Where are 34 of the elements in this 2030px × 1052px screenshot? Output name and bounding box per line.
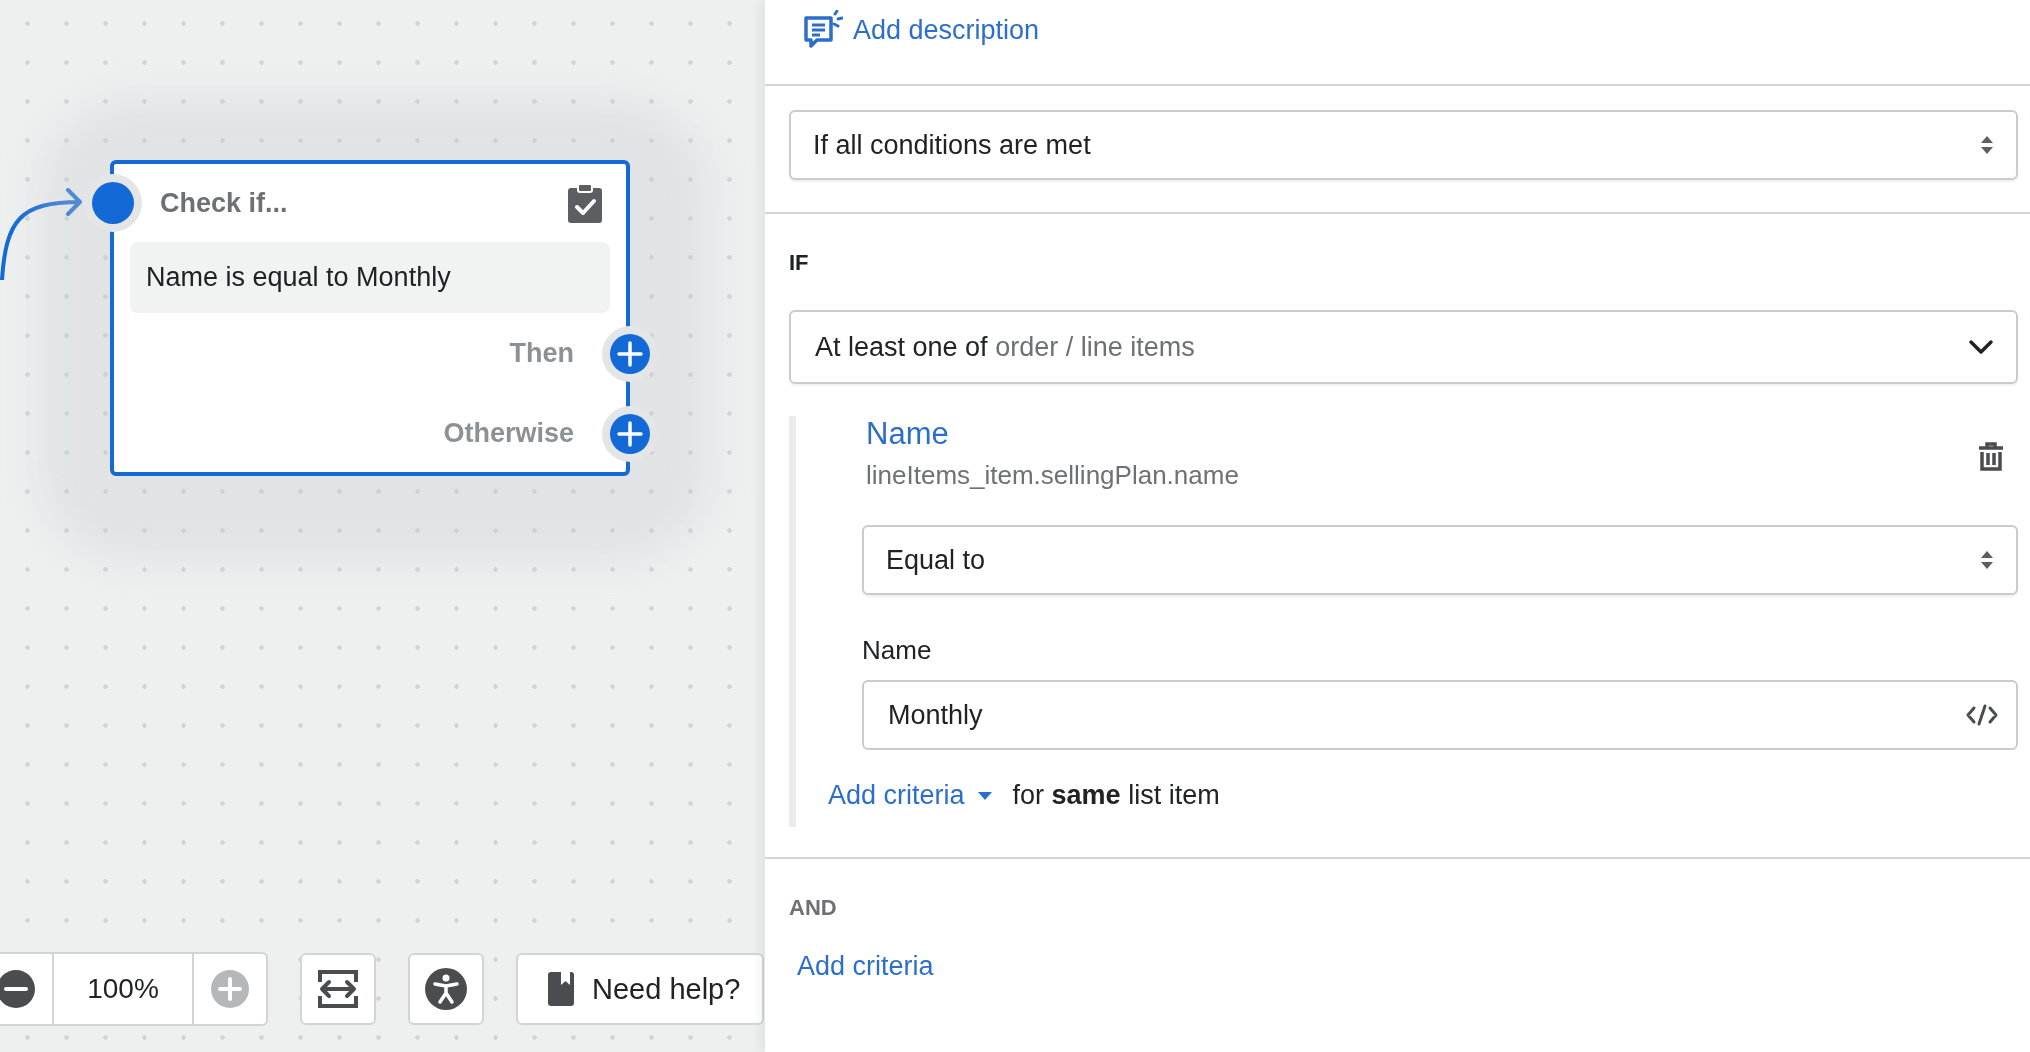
section-label: AND xyxy=(789,895,838,921)
delete-icon[interactable] xyxy=(1978,442,2004,472)
add-criteria-link[interactable]: Add criteria xyxy=(789,951,934,982)
scope-select[interactable]: At least one of order / line items xyxy=(789,310,2018,384)
match-select[interactable]: If all conditions are met xyxy=(789,110,2018,180)
condition-node[interactable]: Check if... Name is equal to Monthly Then Otherwise xyxy=(110,160,630,476)
criteria-path: lineItems_item.sellingPlan.name xyxy=(866,460,1239,491)
node-title: Check if... xyxy=(160,187,288,219)
criteria-title[interactable]: Name xyxy=(866,416,949,452)
sort-arrows-icon xyxy=(1980,549,1994,571)
fit-view-button[interactable] xyxy=(300,953,376,1025)
zoom-level: 100% xyxy=(52,954,194,1024)
note-icon xyxy=(803,10,843,50)
clipboard-check-icon xyxy=(568,183,602,223)
value-field[interactable]: Monthly xyxy=(862,680,2018,750)
sort-arrows-icon xyxy=(1980,134,1994,156)
plus-icon xyxy=(210,969,250,1009)
accessibility-button[interactable] xyxy=(408,953,484,1025)
condition-summary: Name is equal to Monthly xyxy=(130,242,610,313)
branch-label: Then xyxy=(509,337,574,369)
help-button[interactable]: Need help? xyxy=(516,953,764,1025)
code-icon[interactable] xyxy=(1966,704,1998,726)
add-criteria-link[interactable]: Add criteria xyxy=(828,780,993,811)
operator-select[interactable]: Equal to xyxy=(862,525,2018,595)
section-label: IF xyxy=(789,250,810,276)
branch-label: Otherwise xyxy=(443,417,574,449)
scope-note: for same list item xyxy=(1012,780,1220,811)
fit-view-icon xyxy=(316,968,360,1010)
chevron-down-icon xyxy=(1968,339,1994,355)
add-description-link[interactable]: Add description xyxy=(803,10,1040,50)
accessibility-icon xyxy=(425,968,467,1010)
field-label: Name xyxy=(862,635,932,666)
caret-icon xyxy=(976,790,993,801)
book-icon xyxy=(548,972,574,1006)
